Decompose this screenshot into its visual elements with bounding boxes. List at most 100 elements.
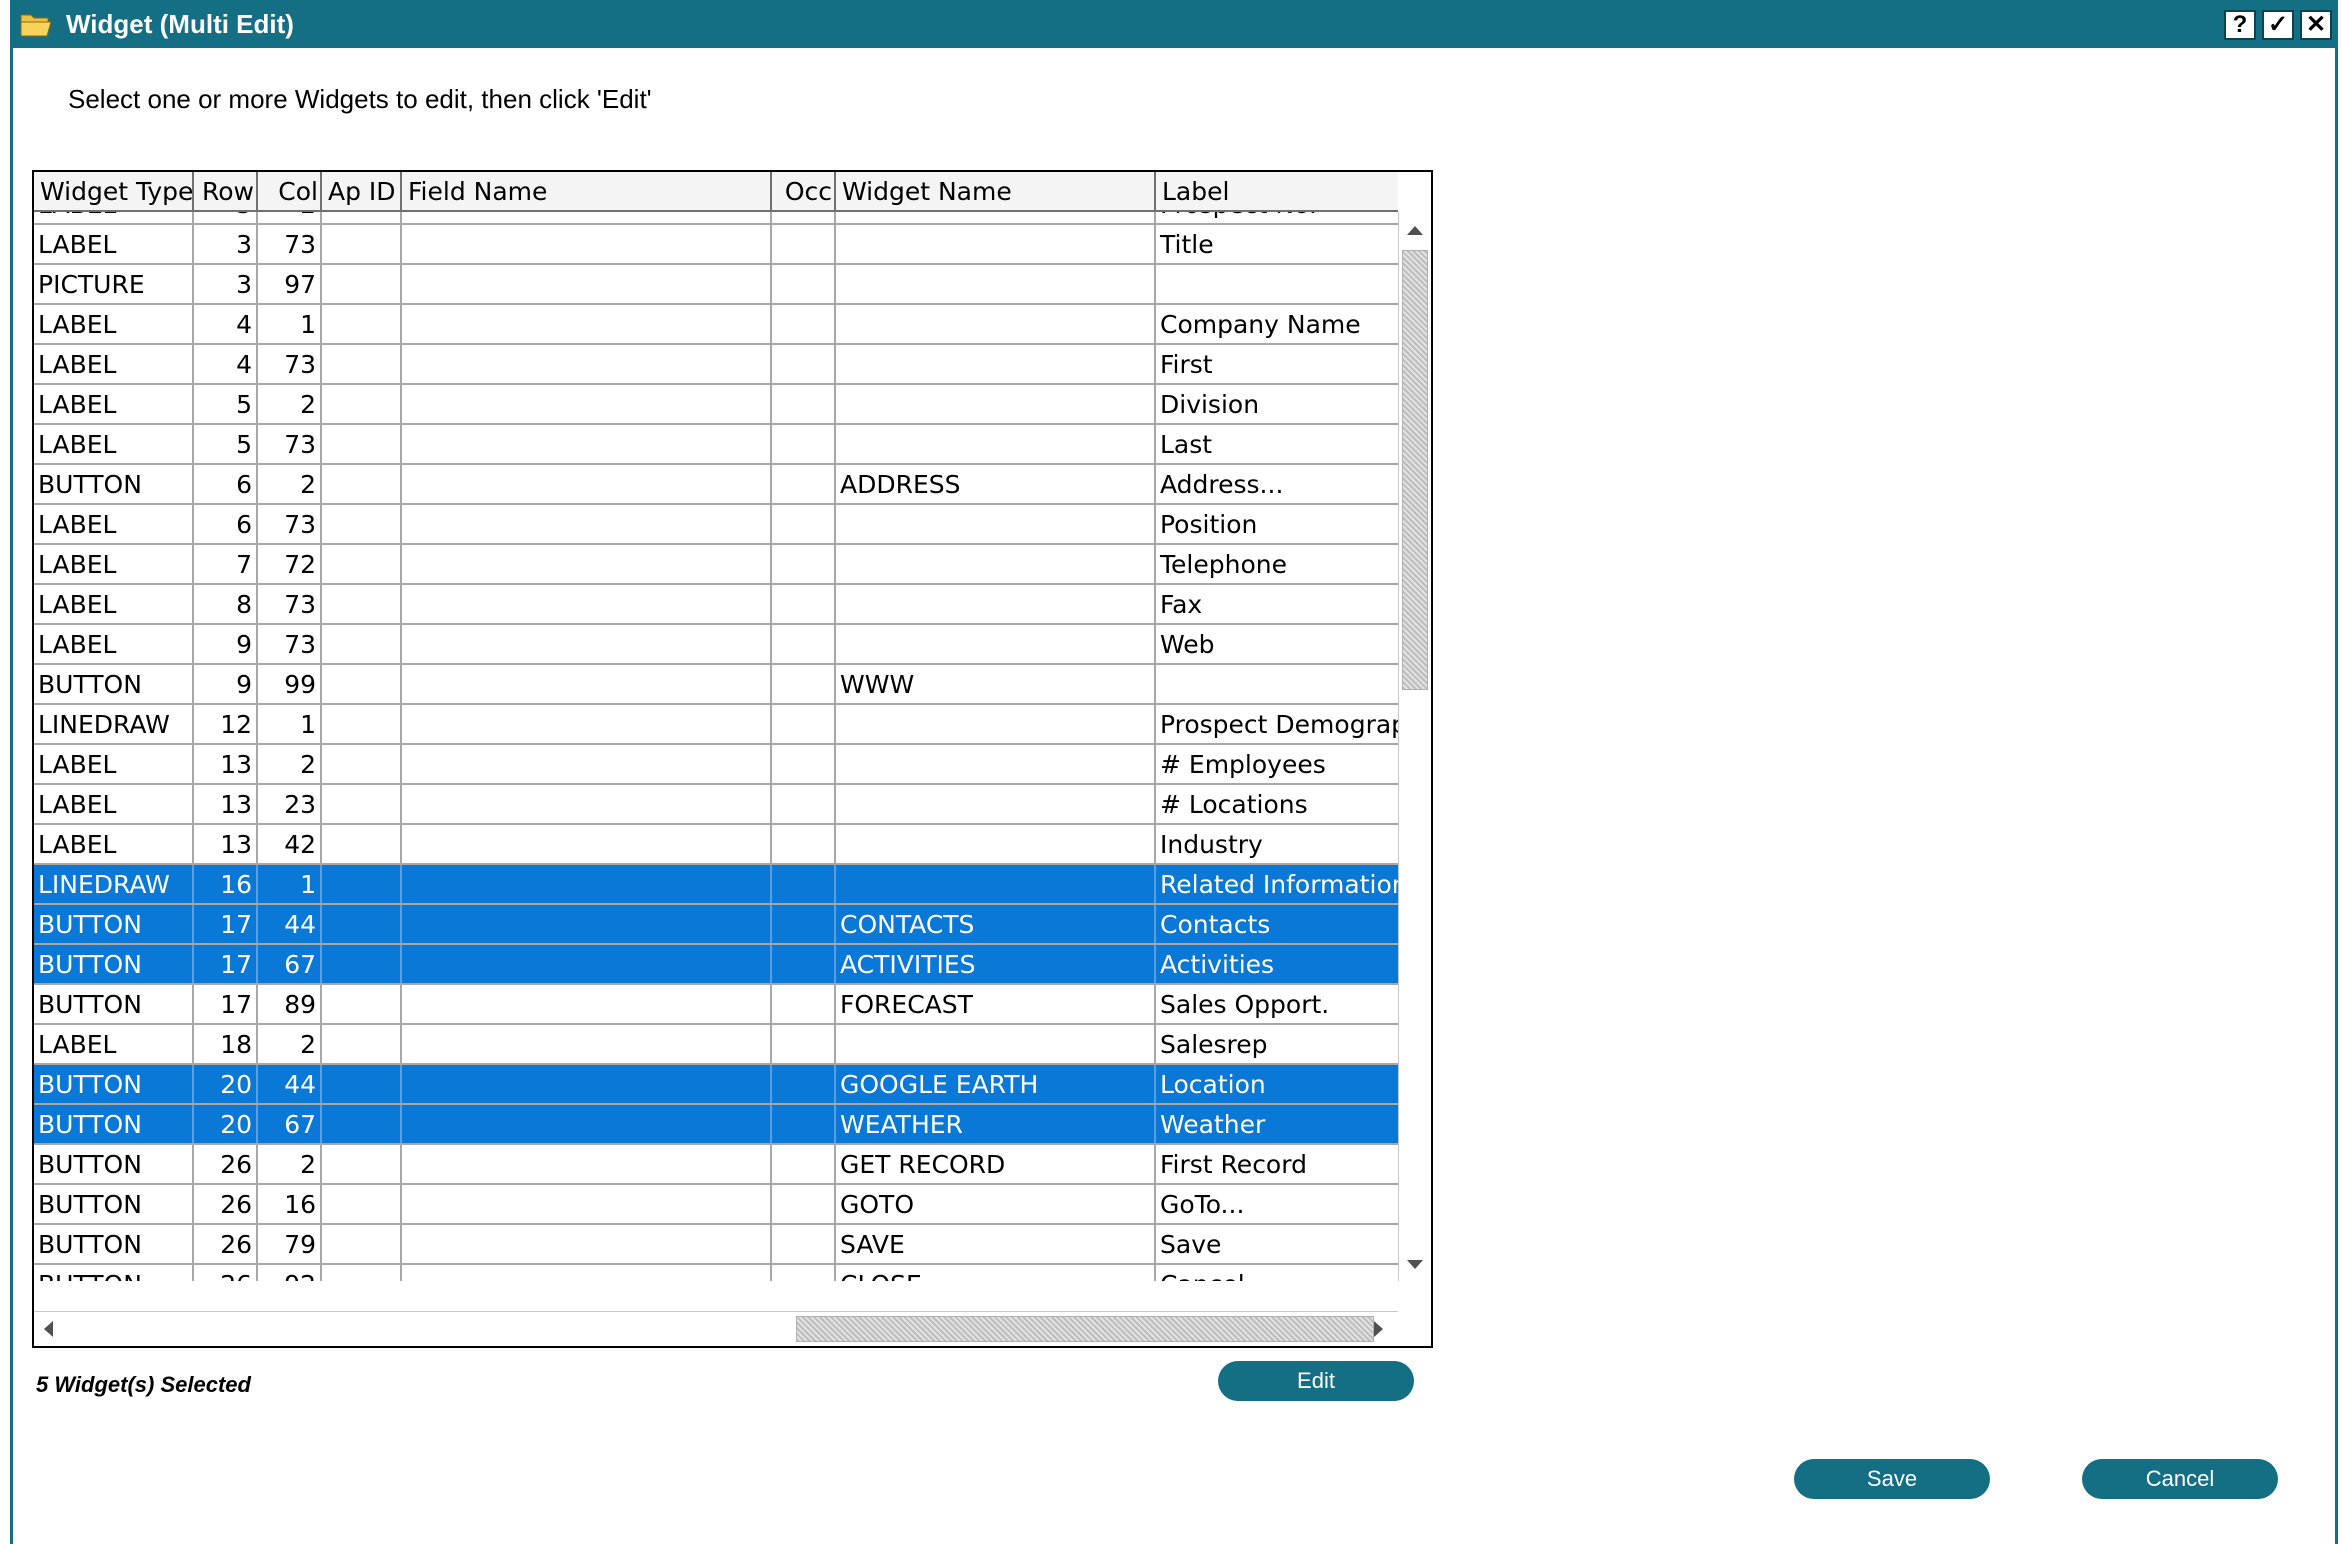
cell-field-name: [402, 1145, 772, 1183]
col-header-occ[interactable]: Occ: [772, 172, 836, 210]
cell-widget-type: LABEL: [34, 212, 194, 223]
ok-button[interactable]: ✓: [2262, 10, 2294, 40]
table-row[interactable]: BUTTON 20 67 WEATHER Weather: [34, 1105, 1398, 1145]
col-header-widget-type[interactable]: Widget Type: [34, 172, 194, 210]
cell-row: 5: [194, 385, 258, 423]
table-row[interactable]: LABEL 7 72 Telephone: [34, 545, 1398, 585]
cell-col: 2: [258, 1145, 322, 1183]
cell-label: Industry: [1160, 830, 1263, 859]
save-button[interactable]: Save: [1794, 1459, 1990, 1499]
table-row[interactable]: BUTTON 26 79 SAVE Save: [34, 1225, 1398, 1265]
scroll-down-arrow-icon[interactable]: [1407, 1260, 1423, 1269]
col-header-col[interactable]: Col: [258, 172, 322, 210]
cell-ap-id: [322, 625, 402, 663]
cell-widget-type: BUTTON: [34, 905, 194, 943]
cell-occ: [772, 225, 836, 263]
window-title: Widget (Multi Edit): [66, 9, 294, 39]
cell-label: Division: [1160, 390, 1260, 419]
vertical-scrollbar[interactable]: [1398, 212, 1431, 1281]
cell-widget-type: BUTTON: [34, 1265, 194, 1281]
cell-ap-id: [322, 545, 402, 583]
cell-col: 89: [258, 985, 322, 1023]
cell-widget-type: LABEL: [34, 345, 194, 383]
table-row[interactable]: LABEL 4 73 First: [34, 345, 1398, 385]
close-button[interactable]: ✕: [2300, 10, 2332, 40]
cell-field-name: [402, 585, 772, 623]
cell-row: 26: [194, 1225, 258, 1263]
table-row[interactable]: LINEDRAW 16 1 Related Information: [34, 865, 1398, 905]
cell-label: Save: [1160, 1230, 1222, 1259]
cell-col: 97: [258, 265, 322, 303]
table-row[interactable]: PICTURE 3 97: [34, 265, 1398, 305]
cell-occ: [772, 212, 836, 223]
cell-occ: [772, 1025, 836, 1063]
table-row[interactable]: BUTTON 6 2 ADDRESS Address...: [34, 465, 1398, 505]
scroll-left-arrow-icon[interactable]: [44, 1321, 53, 1337]
table-row[interactable]: BUTTON2692 CLOSECancel: [34, 1265, 1398, 1281]
cell-row: 3: [194, 225, 258, 263]
cell-widget-type: LABEL: [34, 1025, 194, 1063]
cell-occ: [772, 625, 836, 663]
folder-open-icon: [20, 14, 52, 37]
cell-widget-name: [836, 265, 1156, 303]
widget-grid[interactable]: Widget Type Row Col Ap ID Field Name Occ…: [32, 170, 1433, 1348]
table-row[interactable]: LABEL 18 2 Salesrep: [34, 1025, 1398, 1065]
cell-widget-name: CONTACTS: [836, 905, 1156, 943]
help-button[interactable]: ?: [2224, 10, 2256, 40]
table-row[interactable]: LABEL 5 73 Last: [34, 425, 1398, 465]
cell-widget-name: CLOSE: [836, 1265, 1156, 1281]
cell-row: 20: [194, 1105, 258, 1143]
table-row[interactable]: BUTTON 26 16 GOTO GoTo...: [34, 1185, 1398, 1225]
table-row[interactable]: LABEL 4 1 Company Name: [34, 305, 1398, 345]
cell-ap-id: [322, 225, 402, 263]
cell-row: 9: [194, 625, 258, 663]
col-header-widget-name[interactable]: Widget Name: [836, 172, 1156, 210]
cell-col: 42: [258, 825, 322, 863]
cell-ap-id: [322, 945, 402, 983]
cell-occ: [772, 1065, 836, 1103]
cell-ap-id: [322, 465, 402, 503]
cancel-button[interactable]: Cancel: [2082, 1459, 2278, 1499]
table-row[interactable]: LABEL 9 73 Web: [34, 625, 1398, 665]
cell-label: Fax: [1160, 590, 1203, 619]
cell-widget-name: [836, 865, 1156, 903]
title-bar[interactable]: Widget (Multi Edit) ? ✓ ✕: [10, 0, 2338, 48]
cell-widget-type: BUTTON: [34, 1145, 194, 1183]
table-row-partial[interactable]: LABEL32 Prospect No.: [34, 212, 1398, 225]
cell-row: 26: [194, 1145, 258, 1183]
cell-occ: [772, 785, 836, 823]
table-row[interactable]: BUTTON 26 2 GET RECORD First Record: [34, 1145, 1398, 1185]
edit-button[interactable]: Edit: [1218, 1361, 1414, 1401]
table-row[interactable]: LINEDRAW 12 1 Prospect Demograph: [34, 705, 1398, 745]
cell-ap-id: [322, 1185, 402, 1223]
cell-row: 7: [194, 545, 258, 583]
col-header-field-name[interactable]: Field Name: [402, 172, 772, 210]
table-row[interactable]: LABEL 13 23 # Locations: [34, 785, 1398, 825]
cell-occ: [772, 265, 836, 303]
table-row[interactable]: BUTTON 17 89 FORECAST Sales Opport.: [34, 985, 1398, 1025]
scroll-right-arrow-icon[interactable]: [1374, 1321, 1383, 1337]
grid-body[interactable]: LABEL32Prospect No.LABEL373TitlePICTURE3…: [34, 212, 1398, 1281]
table-row[interactable]: BUTTON 17 67 ACTIVITIES Activities: [34, 945, 1398, 985]
check-icon: ✓: [2267, 11, 2289, 38]
table-row[interactable]: BUTTON 9 99 WWW: [34, 665, 1398, 705]
table-row[interactable]: LABEL 3 73 Title: [34, 225, 1398, 265]
table-row[interactable]: LABEL 13 42 Industry: [34, 825, 1398, 865]
vertical-scroll-thumb[interactable]: [1402, 250, 1428, 690]
horizontal-scrollbar[interactable]: [34, 1311, 1398, 1346]
cell-field-name: [402, 945, 772, 983]
table-row[interactable]: LABEL 13 2 # Employees: [34, 745, 1398, 785]
cell-field-name: [402, 745, 772, 783]
table-row[interactable]: LABEL 6 73 Position: [34, 505, 1398, 545]
col-header-label[interactable]: Label: [1156, 172, 1398, 210]
table-row[interactable]: BUTTON 20 44 GOOGLE EARTH Location: [34, 1065, 1398, 1105]
table-row[interactable]: LABEL 5 2 Division: [34, 385, 1398, 425]
col-header-row[interactable]: Row: [194, 172, 258, 210]
col-header-ap-id[interactable]: Ap ID: [322, 172, 402, 210]
cell-widget-type: LABEL: [34, 225, 194, 263]
cell-ap-id: [322, 905, 402, 943]
horizontal-scroll-thumb[interactable]: [796, 1316, 1374, 1342]
table-row[interactable]: LABEL 8 73 Fax: [34, 585, 1398, 625]
scroll-up-arrow-icon[interactable]: [1407, 226, 1423, 235]
table-row[interactable]: BUTTON 17 44 CONTACTS Contacts: [34, 905, 1398, 945]
